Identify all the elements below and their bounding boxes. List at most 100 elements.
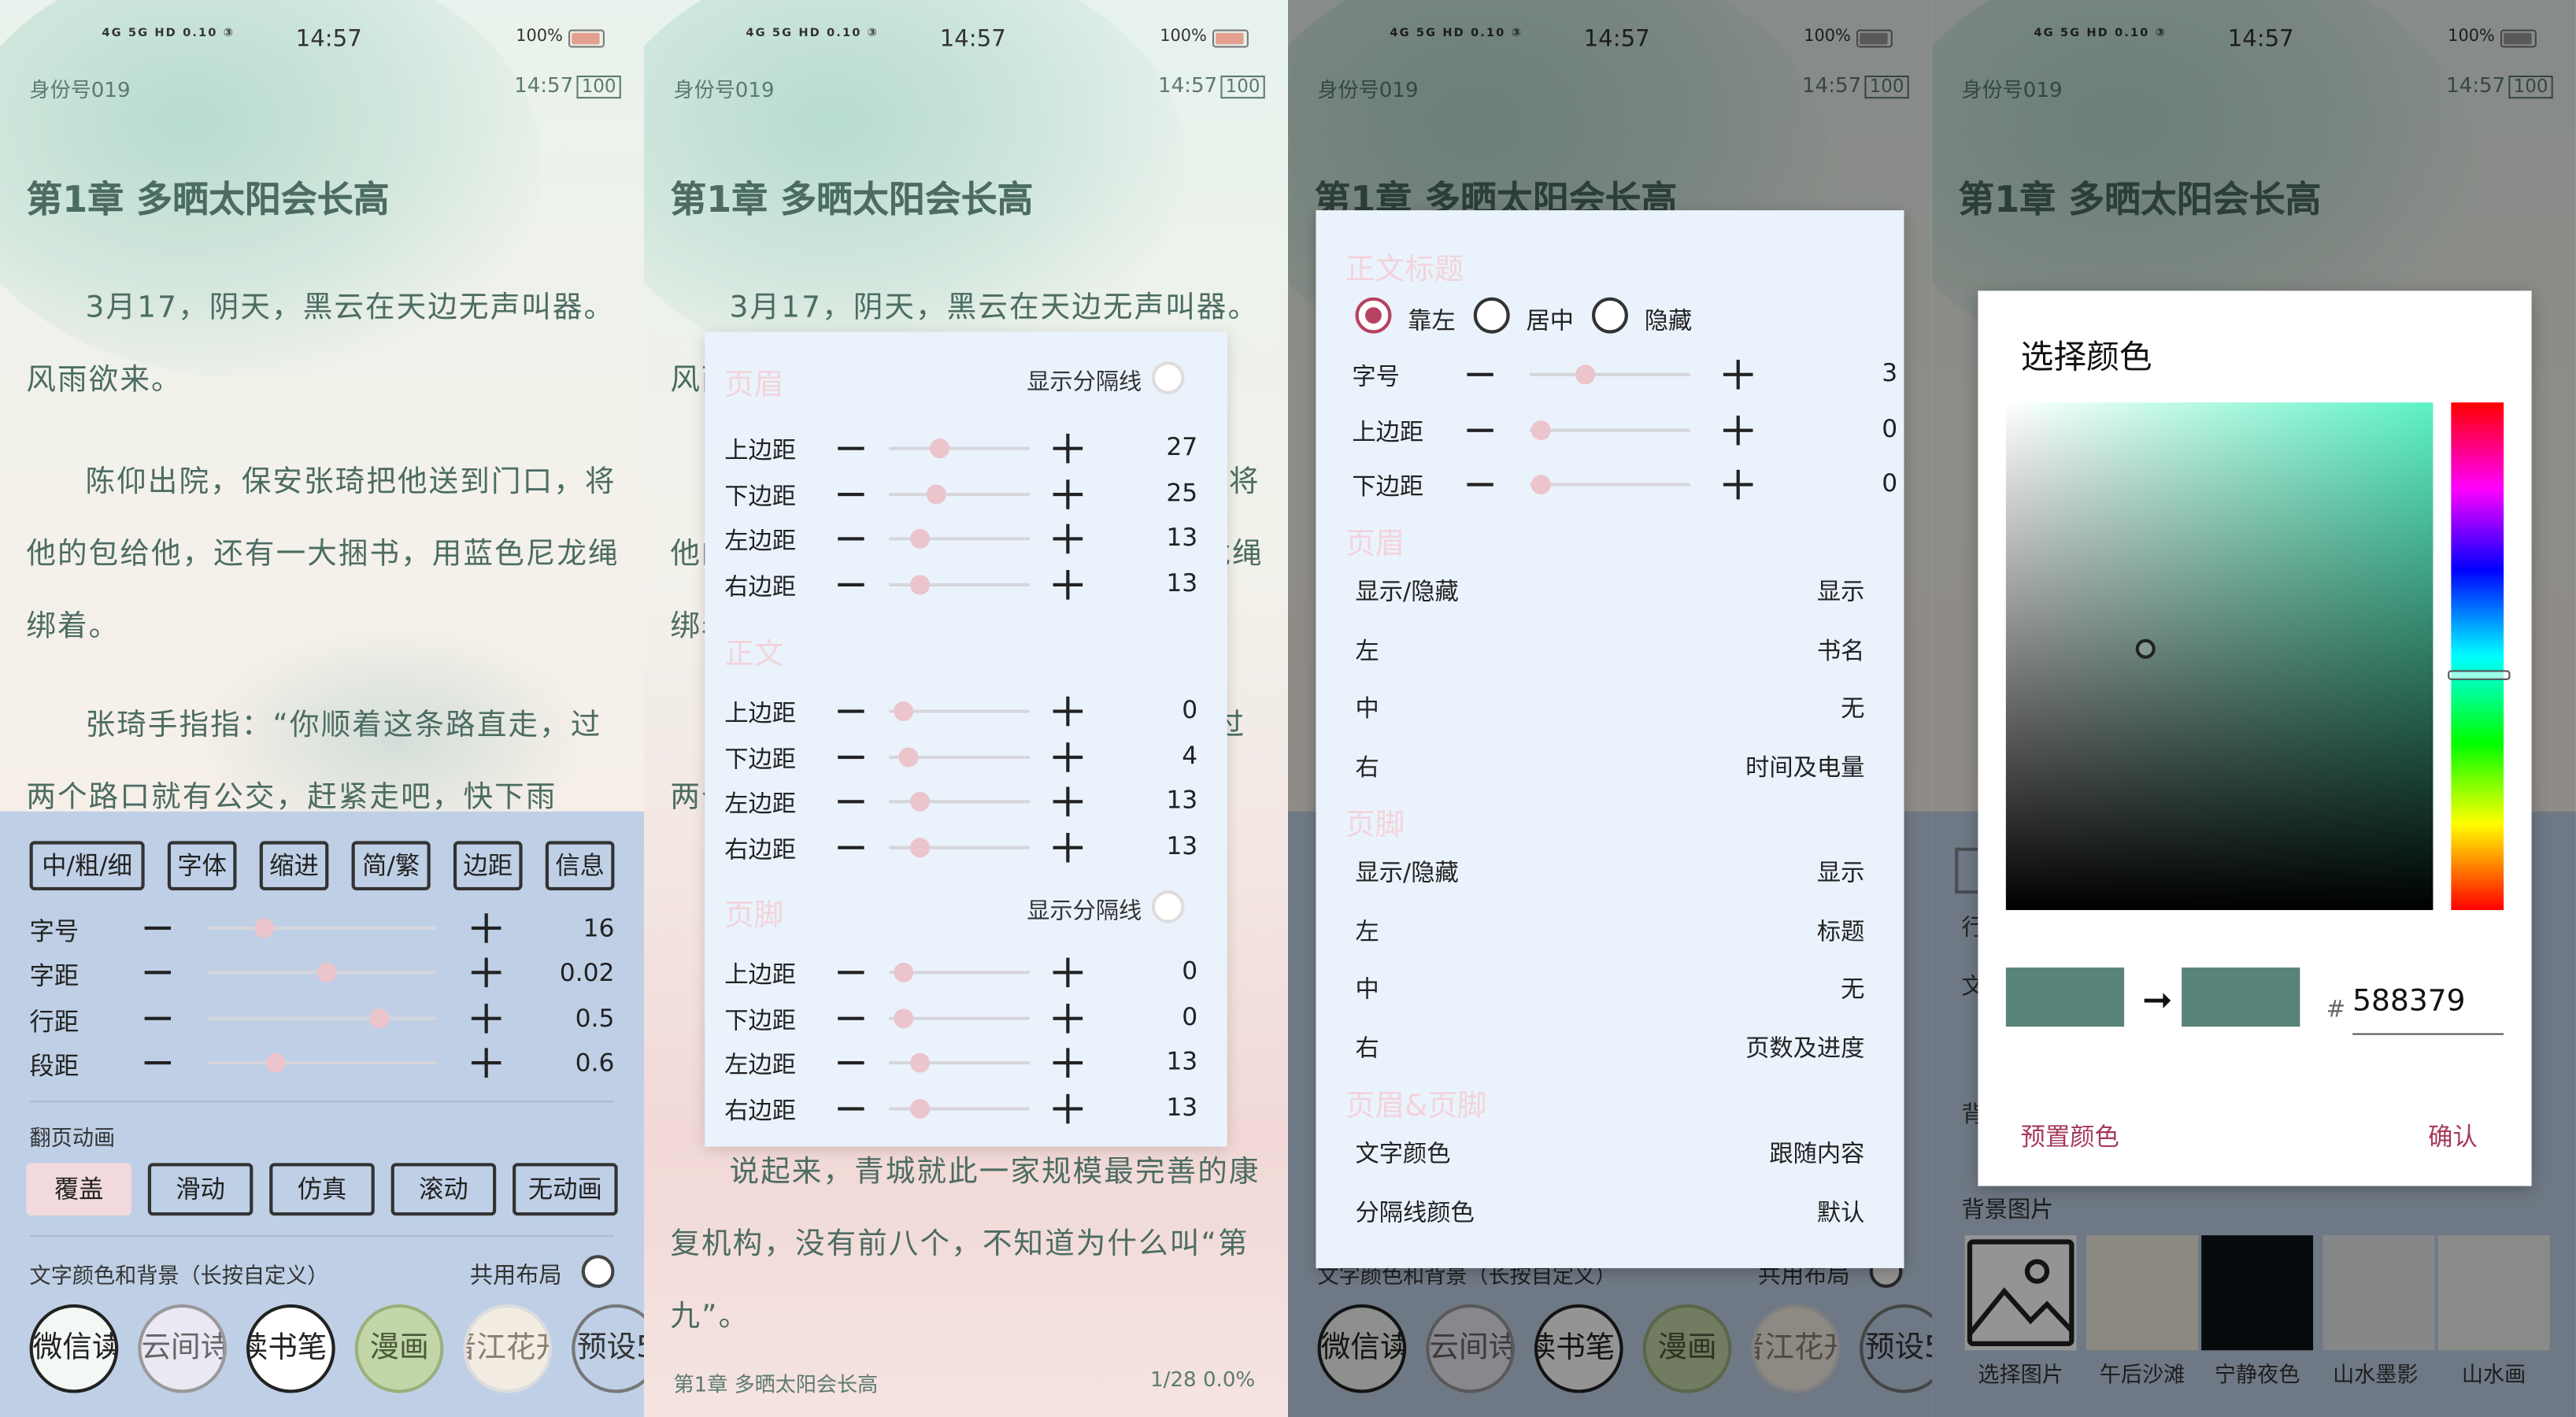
plus-icon[interactable] [471, 1003, 502, 1034]
plus-icon[interactable] [471, 1048, 502, 1078]
margin-slider[interactable] [888, 1097, 1031, 1118]
info-row-value[interactable]: 时间及电量 [1745, 748, 1864, 782]
info-row-value[interactable]: 显示 [1817, 573, 1865, 608]
hue-bar[interactable] [2451, 402, 2504, 911]
minus-icon[interactable] [838, 1061, 864, 1065]
hex-input[interactable]: 588379 [2352, 984, 2504, 1035]
indent-chip[interactable]: 缩进 [259, 841, 329, 890]
minus-icon[interactable] [838, 845, 864, 849]
minus-icon[interactable] [838, 1016, 864, 1019]
minus-icon[interactable] [144, 1061, 172, 1065]
plus-icon[interactable] [1723, 359, 1753, 390]
paragraph-spacing-slider[interactable] [206, 1053, 438, 1073]
color-picker-dialog: 选择颜色 ➞ # 588379 预置颜色 确认 [1978, 290, 2532, 1186]
margin-chip[interactable]: 边距 [453, 841, 523, 890]
plus-icon[interactable] [1053, 1002, 1083, 1033]
margin-slider[interactable] [888, 962, 1031, 982]
theme-notebook[interactable]: 读书笔 [246, 1304, 335, 1393]
minus-icon[interactable] [1467, 372, 1493, 376]
info-row-value[interactable]: 标题 [1817, 912, 1865, 947]
margin-slider[interactable] [888, 791, 1031, 812]
info-row-value[interactable]: 书名 [1817, 631, 1865, 666]
info-row-value[interactable]: 默认 [1817, 1193, 1865, 1228]
info-row-label: 左 [1355, 638, 1379, 665]
color-picker-cursor[interactable] [2135, 638, 2156, 659]
info-row-value[interactable]: 页数及进度 [1745, 1029, 1864, 1064]
plus-icon[interactable] [471, 913, 502, 943]
saturation-panel[interactable] [2005, 402, 2434, 911]
title-slider[interactable] [1529, 420, 1691, 440]
radio-center[interactable] [1473, 297, 1510, 334]
minus-icon[interactable] [1467, 483, 1493, 487]
plus-icon[interactable] [1053, 696, 1083, 727]
theme-comic[interactable]: 漫画 [354, 1304, 444, 1393]
shared-layout-toggle[interactable] [581, 1255, 615, 1288]
plus-icon[interactable] [1053, 742, 1083, 771]
margin-slider[interactable] [888, 528, 1031, 549]
theme-jinjiang[interactable]: 晋江花开 [463, 1304, 553, 1393]
radio-hide[interactable] [1592, 297, 1628, 334]
simp-trad-chip[interactable]: 简/繁 [351, 841, 431, 890]
confirm-button[interactable]: 确认 [2428, 1119, 2478, 1153]
margin-slider[interactable] [888, 701, 1031, 722]
minus-icon[interactable] [838, 754, 864, 759]
info-row-label: 右 [1355, 1035, 1379, 1063]
plus-icon[interactable] [1053, 433, 1083, 464]
title-slider[interactable] [1529, 364, 1691, 385]
minus-icon[interactable] [838, 446, 864, 450]
plus-icon[interactable] [1053, 1093, 1083, 1123]
anim-slide-button[interactable]: 滑动 [147, 1163, 254, 1216]
minus-icon[interactable] [838, 800, 864, 804]
plus-icon[interactable] [1053, 569, 1083, 599]
anim-none-button[interactable]: 无动画 [513, 1163, 618, 1216]
font-chip[interactable]: 字体 [167, 841, 237, 890]
plus-icon[interactable] [471, 957, 502, 988]
theme-wechat[interactable]: 微信读书 [29, 1304, 119, 1393]
plus-icon[interactable] [1053, 786, 1083, 817]
line-spacing-slider[interactable] [206, 1008, 438, 1029]
plus-icon[interactable] [1053, 831, 1083, 862]
plus-icon[interactable] [1053, 1048, 1083, 1078]
minus-icon[interactable] [144, 971, 172, 975]
footer-divider-toggle[interactable] [1151, 890, 1185, 923]
plus-icon[interactable] [1053, 479, 1083, 509]
hue-slider-handle[interactable] [2448, 670, 2511, 680]
margin-slider[interactable] [888, 438, 1031, 459]
info-row-value[interactable]: 无 [1841, 690, 1864, 724]
margin-slider[interactable] [888, 574, 1031, 594]
margin-slider[interactable] [888, 1053, 1031, 1073]
preset-color-button[interactable]: 预置颜色 [2021, 1119, 2119, 1153]
minus-icon[interactable] [838, 491, 864, 496]
minus-icon[interactable] [838, 582, 864, 586]
header-divider-toggle[interactable] [1151, 361, 1185, 394]
minus-icon[interactable] [838, 537, 864, 541]
info-row-value[interactable]: 无 [1841, 971, 1864, 1005]
info-row-value[interactable]: 显示 [1817, 854, 1865, 889]
weight-chip[interactable]: 中/粗/细 [29, 841, 145, 890]
minus-icon[interactable] [144, 926, 172, 930]
plus-icon[interactable] [1723, 414, 1753, 445]
minus-icon[interactable] [838, 1106, 864, 1110]
font-size-slider[interactable] [206, 918, 438, 938]
margin-slider[interactable] [888, 746, 1031, 767]
header-time-battery: 14:57 100 [514, 72, 621, 99]
plus-icon[interactable] [1723, 469, 1753, 500]
anim-scroll-button[interactable]: 滚动 [390, 1163, 497, 1216]
info-row-value[interactable]: 跟随内容 [1769, 1135, 1864, 1170]
title-slider[interactable] [1529, 475, 1691, 495]
letter-spacing-slider[interactable] [206, 962, 438, 982]
minus-icon[interactable] [1467, 427, 1493, 431]
plus-icon[interactable] [1053, 524, 1083, 554]
theme-cloud-poem[interactable]: 云间诗 [138, 1304, 227, 1393]
margin-slider[interactable] [888, 483, 1031, 504]
anim-simulate-button[interactable]: 仿真 [269, 1163, 375, 1216]
plus-icon[interactable] [1053, 957, 1083, 988]
margin-slider[interactable] [888, 837, 1031, 857]
radio-left[interactable] [1355, 297, 1392, 334]
minus-icon[interactable] [144, 1016, 172, 1020]
minus-icon[interactable] [838, 971, 864, 975]
margin-slider[interactable] [888, 1008, 1031, 1028]
info-chip[interactable]: 信息 [545, 841, 615, 890]
minus-icon[interactable] [838, 709, 864, 713]
anim-cover-button[interactable]: 覆盖 [26, 1163, 131, 1216]
